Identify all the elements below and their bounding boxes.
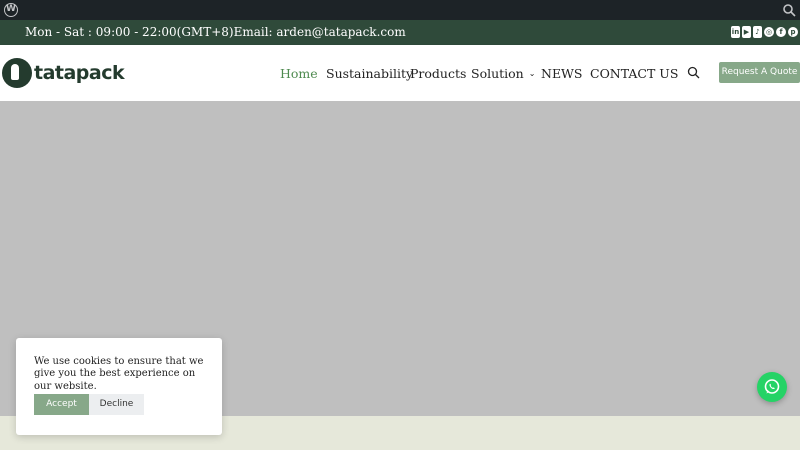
whatsapp-icon	[764, 379, 780, 394]
search-icon[interactable]	[782, 3, 796, 17]
facebook-icon[interactable]: f	[776, 27, 786, 37]
top-info-bar: Mon - Sat : 09:00 - 22:00(GMT+8)Email: a…	[0, 20, 800, 45]
linkedin-icon[interactable]: in	[731, 26, 740, 38]
youtube-icon[interactable]: ▶	[742, 26, 751, 38]
request-quote-button[interactable]: Request A Quote	[719, 62, 800, 83]
nav-products[interactable]: Products	[410, 66, 466, 81]
main-nav: Home Sustainability Products Solution ⌄ N…	[0, 66, 800, 82]
nav-home[interactable]: Home	[280, 66, 318, 81]
cookie-message: We use cookies to ensure that we give yo…	[34, 356, 204, 392]
site-header: tatapack Home Sustainability Products So…	[0, 45, 800, 101]
nav-sustainability[interactable]: Sustainability	[326, 66, 413, 81]
pinterest-icon[interactable]: p	[788, 27, 798, 37]
admin-bar: W	[0, 0, 800, 20]
chevron-down-icon: ⌄	[528, 69, 536, 78]
contact-info: Mon - Sat : 09:00 - 22:00(GMT+8)Email: a…	[25, 25, 406, 39]
accept-cookies-button[interactable]: Accept	[34, 394, 89, 415]
instagram-icon[interactable]: ◎	[764, 27, 774, 37]
nav-news[interactable]: NEWS	[541, 66, 582, 81]
wordpress-icon[interactable]: W	[4, 3, 18, 17]
search-icon[interactable]	[687, 66, 700, 79]
nav-solution[interactable]: Solution ⌄	[471, 66, 535, 81]
cookie-notice: We use cookies to ensure that we give yo…	[16, 338, 222, 435]
social-links: in ▶ ♪ ◎ f p	[731, 26, 798, 38]
decline-cookies-button[interactable]: Decline	[89, 394, 144, 415]
tiktok-icon[interactable]: ♪	[753, 26, 762, 38]
whatsapp-chat-button[interactable]	[757, 372, 787, 402]
nav-solution-label: Solution	[471, 66, 524, 81]
nav-contact[interactable]: CONTACT US	[590, 66, 678, 81]
